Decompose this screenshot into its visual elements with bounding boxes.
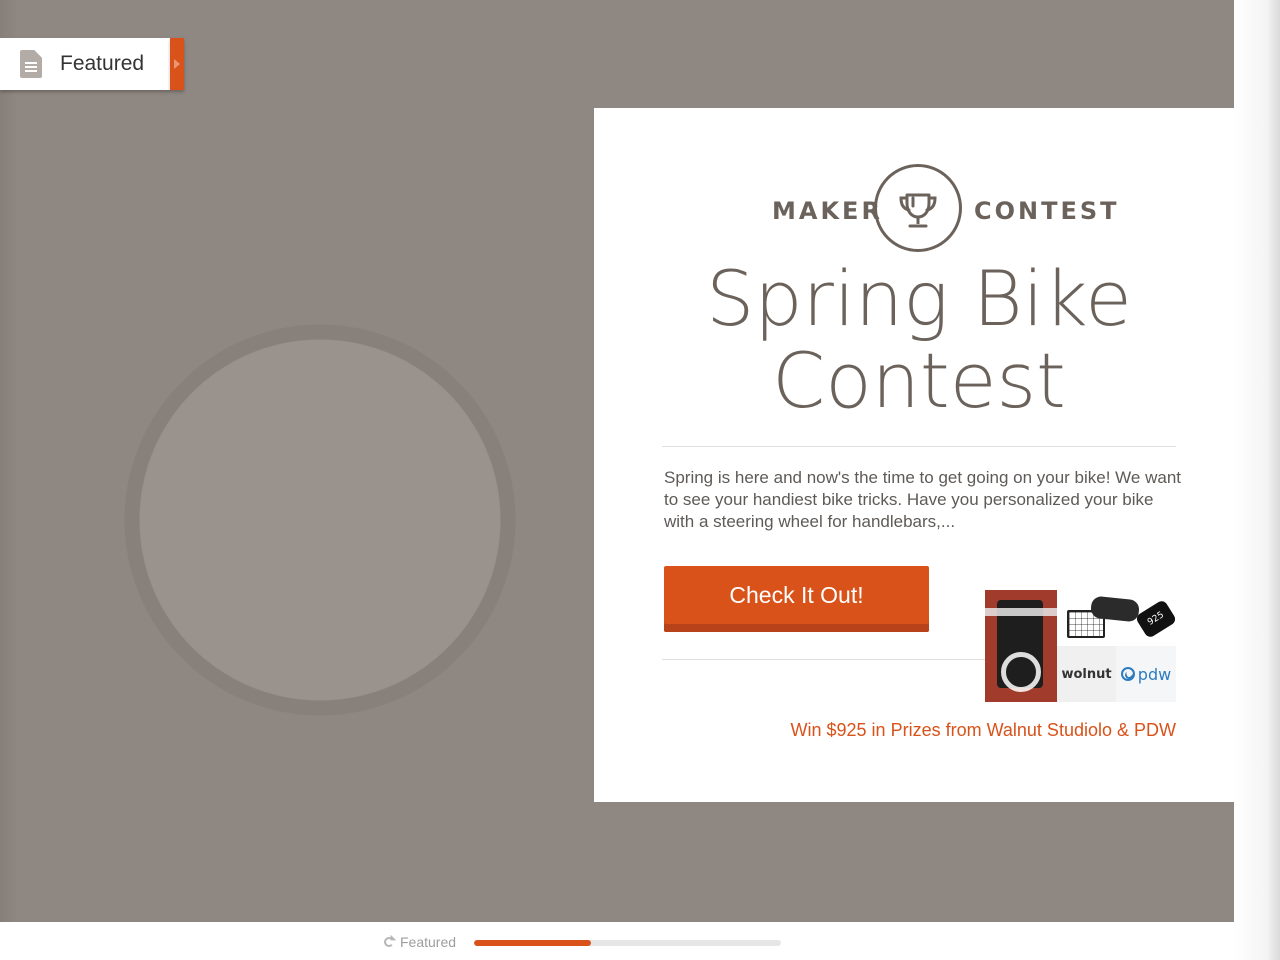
bottom-featured-text: Featured — [400, 934, 457, 950]
check-it-out-button[interactable]: Check It Out! — [664, 566, 929, 632]
trophy-icon — [874, 164, 962, 252]
badge-left-word: MAKER — [772, 197, 883, 225]
walnut-logo: wolnut — [1057, 646, 1116, 702]
prize-image-accessories: 925 — [1057, 590, 1176, 646]
refresh-icon — [384, 937, 394, 947]
progress-track — [474, 940, 781, 946]
document-icon — [20, 50, 42, 78]
bottom-bar: Featured — [0, 922, 1234, 960]
contest-description: Spring is here and now's the time to get… — [664, 468, 1182, 531]
left-edge-shadow — [0, 0, 18, 960]
bottom-featured-label[interactable]: Featured — [384, 932, 456, 952]
prize-images[interactable]: 925 wolnut pdw — [985, 590, 1176, 702]
featured-tab[interactable]: Featured — [0, 38, 170, 90]
prize-text[interactable]: Win $925 in Prizes from Walnut Studiolo … — [594, 720, 1176, 741]
divider-top — [662, 446, 1176, 447]
price-tag: 925 — [1134, 598, 1176, 640]
contest-badge: MAKER CONTEST — [594, 164, 1234, 254]
featured-tab-label: Featured — [60, 52, 145, 75]
progress-fill — [474, 940, 591, 946]
prize-image-handlebar-bag — [985, 590, 1057, 702]
walnut-logo-text: wolnut — [1061, 666, 1112, 682]
pdw-logo: pdw — [1116, 646, 1176, 702]
contest-title-line-1: Spring Bike — [706, 254, 1132, 343]
featured-tab-toggle[interactable] — [170, 38, 184, 90]
contest-title-line-2: Contest — [772, 336, 1066, 425]
handlebar — [985, 608, 1057, 616]
document-lines — [25, 62, 37, 72]
trophy-glyph — [899, 193, 937, 228]
divider-bottom — [662, 659, 992, 660]
pdw-logo-text: pdw — [1137, 664, 1172, 684]
badge-right-word: CONTEST — [974, 197, 1120, 225]
right-edge — [1234, 0, 1280, 960]
contest-title: Spring Bike Contest — [594, 258, 1244, 422]
contest-card: MAKER CONTEST Spring Bike Contest Spring… — [594, 108, 1234, 802]
bag-strap — [1001, 652, 1041, 692]
pdw-logo-mark — [1120, 667, 1135, 681]
